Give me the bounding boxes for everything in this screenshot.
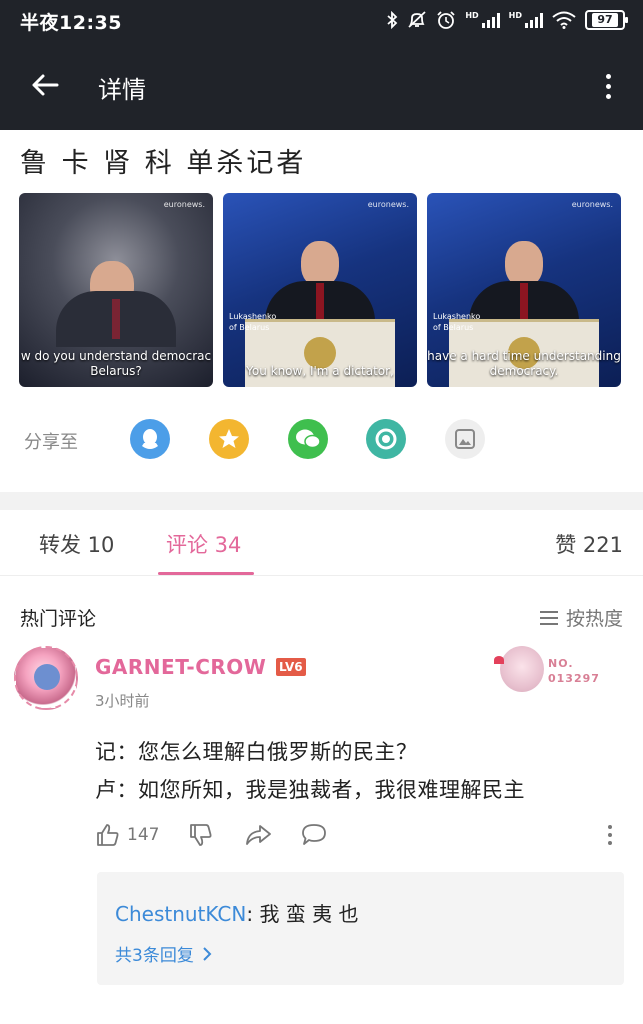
image-logo: euronews. [367,200,409,209]
share-row: 分享至 [0,417,643,463]
share-comment-button[interactable] [244,822,272,848]
sort-button[interactable]: 按热度 [539,604,623,631]
medal-character-icon [494,646,544,692]
reply-username[interactable]: ChestnutKCN [115,902,246,926]
mute-icon [408,11,426,28]
comment-time: 3小时前 [95,692,150,710]
fan-medal[interactable]: NO. 013297 [492,646,612,694]
wechat-icon[interactable] [288,419,328,459]
status-icons: HD HD 97 [386,8,628,32]
post-images: euronews. w do you understand democrac B… [19,193,621,387]
view-replies-link[interactable]: 共3条回复 [115,941,212,966]
reply-preview[interactable]: ChestnutKCN: 我 蛮 夷 也 共3条回复 [97,872,624,985]
reply-item: ChestnutKCN: 我 蛮 夷 也 [115,898,359,927]
share-label: 分享至 [24,432,78,453]
post-title: 鲁 卡 肾 科 单杀记者 [20,148,307,179]
signal-1-icon: HD [465,12,500,28]
avatar[interactable] [14,646,78,710]
tab-comments[interactable]: 评论 34 [166,529,241,559]
image-logo: euronews. [163,200,205,209]
section-divider [0,492,643,510]
alarm-icon [437,11,455,29]
sort-label: 按热度 [565,608,623,630]
comment-username[interactable]: GARNET-CROW [95,655,266,679]
dislike-button[interactable] [188,822,214,848]
image-caption: w do you understand democrac Belarus? [20,349,212,378]
share-arrow-icon [246,825,271,845]
speaker-figure [469,227,579,327]
bluetooth-icon [387,11,398,29]
active-tab-indicator [158,572,254,575]
lower-third: Lukashenko of Belarus [433,312,481,332]
qq-icon[interactable] [130,419,170,459]
reporter-figure [56,247,176,347]
moments-icon[interactable] [366,419,406,459]
sort-icon [539,610,558,625]
thumbs-down-icon [190,824,212,846]
speaker-figure [265,227,375,327]
tab-likes[interactable]: 赞 221 [555,529,623,559]
thumbs-up-icon [97,824,119,846]
like-count: 147 [127,825,160,845]
comment-actions: 147 [95,820,620,854]
post-image-3[interactable]: euronews. Lukashenko of Belarus have a h… [427,193,621,387]
reply-count: 共3条回复 [115,946,194,966]
reply-text: : 我 蛮 夷 也 [246,902,359,926]
status-time: 半夜12:35 [20,12,122,34]
image-caption: You know, I'm a dictator, [246,364,394,378]
more-options-button[interactable] [593,66,623,106]
back-arrow-icon [32,74,59,96]
post-image-2[interactable]: euronews. Lukashenko of Belarus You know… [223,193,417,387]
tab-repost[interactable]: 转发 10 [39,529,114,559]
post-image-1[interactable]: euronews. w do you understand democrac B… [19,193,213,387]
image-caption: have a hard time understanding democracy… [427,349,621,378]
comment-bubble-icon [302,824,326,845]
image-logo: euronews. [571,200,613,209]
back-button[interactable] [22,62,68,108]
signal-2-icon: HD [509,12,543,28]
app-bar: 详情 [0,40,643,130]
reply-button[interactable] [300,822,328,848]
battery-icon: 97 [585,10,628,30]
page-title: 详情 [98,76,146,104]
chevron-right-icon [203,946,212,961]
comment-line-1: 记：您怎么理解白俄罗斯的民主？ [95,740,418,764]
comment-more-button[interactable] [608,825,612,845]
lower-third: Lukashenko of Belarus [229,312,277,332]
level-badge: LV6 [276,658,306,676]
wifi-icon [552,11,576,29]
album-icon[interactable] [445,419,485,459]
comment-line-2: 卢：如您所知，我是独裁者，我很难理解民主 [95,778,525,802]
qzone-icon[interactable] [209,419,249,459]
hot-comments-heading: 热门评论 [20,608,97,630]
status-bar: 半夜12:35 HD HD 97 [0,0,643,40]
battery-level: 97 [592,13,618,27]
top-bar: 半夜12:35 HD HD 97 详情 [0,0,643,130]
tab-bar: 转发 10 评论 34 赞 221 [0,510,643,576]
like-button[interactable]: 147 [95,822,159,848]
medal-number: NO. 013297 [548,657,600,685]
